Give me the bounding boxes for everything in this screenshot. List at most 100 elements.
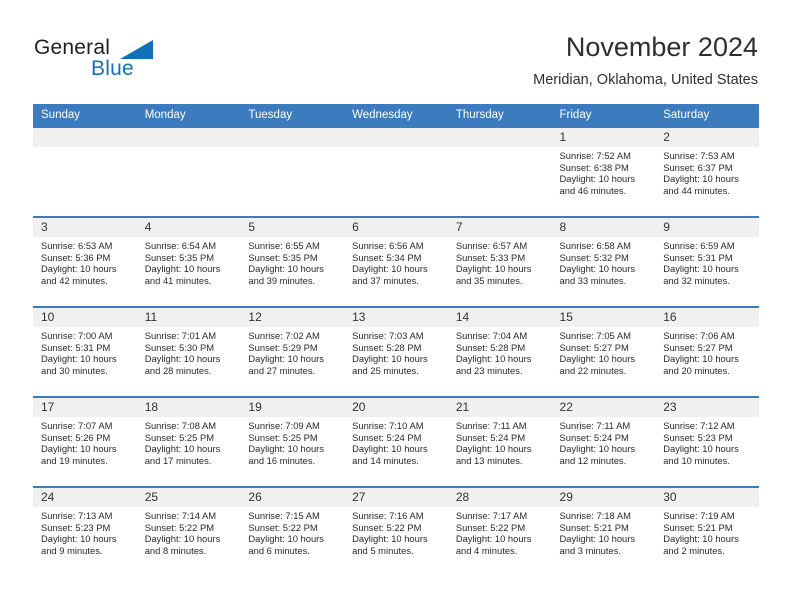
- calendar-day-cell[interactable]: 29 Sunrise: 7:18 AM Sunset: 5:21 PM Dayligh…: [551, 486, 656, 577]
- day-number: 1: [551, 128, 656, 147]
- sunrise-time: Sunrise: 7:16 AM: [352, 510, 424, 521]
- day-details: Sunrise: 7:03 AM Sunset: 5:28 PM Daylight:…: [344, 327, 448, 376]
- sunset-time: Sunset: 5:31 PM: [41, 341, 111, 353]
- day-number: 20: [344, 398, 448, 417]
- calendar-day-cell[interactable]: 26 Sunrise: 7:15 AM Sunset: 5:22 PM Dayligh…: [240, 486, 345, 577]
- day-cell-inner: 13 Sunrise: 7:03 AM Sunset: 5:28 PM Dayligh…: [344, 308, 448, 396]
- calendar-day-cell[interactable]: 22 Sunrise: 7:11 AM Sunset: 5:24 PM Dayligh…: [551, 396, 656, 487]
- sunset-time: Sunset: 5:27 PM: [559, 341, 629, 353]
- calendar-day-cell[interactable]: 14 Sunrise: 7:04 AM Sunset: 5:28 PM Dayligh…: [447, 306, 552, 397]
- sunset-time: Sunset: 6:38 PM: [559, 161, 629, 173]
- calendar-day-cell[interactable]: 2 Sunrise: 7:53 AM Sunset: 6:37 PM Daylight…: [655, 126, 759, 217]
- day-cell-inner: 11 Sunrise: 7:01 AM Sunset: 5:30 PM Dayligh…: [136, 308, 241, 396]
- sunrise-time: Sunrise: 7:19 AM: [663, 510, 735, 521]
- day-number: [136, 128, 241, 147]
- calendar-day-cell[interactable]: 11 Sunrise: 7:01 AM Sunset: 5:30 PM Dayligh…: [136, 306, 241, 397]
- sunset-time: Sunset: 5:28 PM: [455, 341, 526, 353]
- sunrise-time: Sunrise: 7:05 AM: [559, 330, 631, 341]
- calendar-day-cell[interactable]: 6 Sunrise: 6:56 AM Sunset: 5:34 PM Daylight…: [344, 216, 448, 307]
- daylight-duration-line2: and 10 minutes.: [663, 454, 730, 466]
- calendar-day-cell[interactable]: 24 Sunrise: 7:13 AM Sunset: 5:23 PM Dayligh…: [33, 486, 137, 577]
- day-details: Sunrise: 7:08 AM Sunset: 5:25 PM Daylight:…: [137, 417, 241, 466]
- calendar-day-cell[interactable]: 3 Sunrise: 6:53 AM Sunset: 5:36 PM Daylight…: [33, 216, 137, 307]
- calendar-day-cell[interactable]: 27 Sunrise: 7:16 AM Sunset: 5:22 PM Dayligh…: [344, 486, 448, 577]
- day-cell-inner: 10 Sunrise: 7:00 AM Sunset: 5:31 PM Dayligh…: [33, 308, 137, 396]
- day-details: Sunrise: 6:53 AM Sunset: 5:36 PM Daylight:…: [33, 237, 137, 286]
- calendar-day-cell[interactable]: 25 Sunrise: 7:14 AM Sunset: 5:22 PM Dayligh…: [136, 486, 241, 577]
- sunset-time: Sunset: 5:35 PM: [248, 251, 318, 263]
- daylight-duration-line1: Daylight: 10 hours: [663, 173, 739, 185]
- calendar-day-cell[interactable]: 1 Sunrise: 7:52 AM Sunset: 6:38 PM Daylight…: [551, 126, 656, 217]
- calendar-day-cell[interactable]: 28 Sunrise: 7:17 AM Sunset: 5:22 PM Dayligh…: [447, 486, 552, 577]
- day-number: 29: [551, 488, 656, 507]
- day-details: Sunrise: 7:15 AM Sunset: 5:22 PM Daylight:…: [240, 507, 344, 556]
- sunset-time: Sunset: 5:36 PM: [41, 251, 111, 263]
- calendar-day-cell[interactable]: 4 Sunrise: 6:54 AM Sunset: 5:35 PM Daylight…: [136, 216, 241, 307]
- calendar-day-cell[interactable]: 9 Sunrise: 6:59 AM Sunset: 5:31 PM Daylight…: [655, 216, 759, 307]
- sunset-time: Sunset: 5:29 PM: [248, 341, 318, 353]
- daylight-duration-line2: and 41 minutes.: [144, 274, 212, 286]
- day-number: 19: [240, 398, 345, 417]
- weekday-header-wednesday: Wednesday: [344, 104, 448, 127]
- calendar-day-cell[interactable]: 7 Sunrise: 6:57 AM Sunset: 5:33 PM Daylight…: [447, 216, 552, 307]
- calendar-day-cell[interactable]: 5 Sunrise: 6:55 AM Sunset: 5:35 PM Daylight…: [240, 216, 345, 307]
- sunset-time: Sunset: 5:31 PM: [663, 251, 733, 263]
- calendar-day-cell[interactable]: 21 Sunrise: 7:11 AM Sunset: 5:24 PM Dayligh…: [447, 396, 552, 487]
- sunrise-time: Sunrise: 7:11 AM: [455, 420, 527, 431]
- day-cell-inner: [240, 128, 345, 216]
- day-details: Sunrise: 6:58 AM Sunset: 5:32 PM Daylight:…: [552, 237, 656, 286]
- sunrise-time: Sunrise: 7:04 AM: [455, 330, 528, 341]
- sunset-time: Sunset: 5:25 PM: [144, 431, 215, 443]
- daylight-duration-line2: and 42 minutes.: [41, 274, 108, 286]
- page-title: November 2024: [565, 32, 758, 62]
- daylight-duration-line2: and 27 minutes.: [248, 364, 316, 376]
- calendar-day-cell: [33, 126, 137, 217]
- calendar-day-cell[interactable]: 13 Sunrise: 7:03 AM Sunset: 5:28 PM Dayligh…: [344, 306, 448, 397]
- daylight-duration-line1: Daylight: 10 hours: [248, 353, 324, 365]
- day-cell-inner: 22 Sunrise: 7:11 AM Sunset: 5:24 PM Dayligh…: [551, 398, 656, 486]
- sunset-time: Sunset: 5:26 PM: [41, 431, 111, 443]
- daylight-duration-line1: Daylight: 10 hours: [248, 443, 324, 455]
- calendar-day-cell[interactable]: 19 Sunrise: 7:09 AM Sunset: 5:25 PM Dayligh…: [240, 396, 345, 487]
- day-number: 2: [655, 128, 759, 147]
- calendar-day-cell[interactable]: 30 Sunrise: 7:19 AM Sunset: 5:21 PM Dayligh…: [655, 486, 759, 577]
- calendar-day-cell[interactable]: 12 Sunrise: 7:02 AM Sunset: 5:29 PM Dayligh…: [240, 306, 345, 397]
- day-number: 22: [551, 398, 656, 417]
- day-number: [344, 128, 448, 147]
- daylight-duration-line2: and 28 minutes.: [144, 364, 212, 376]
- sunrise-time: Sunrise: 7:12 AM: [663, 420, 735, 431]
- sunrise-time: Sunrise: 6:55 AM: [248, 240, 320, 251]
- calendar-day-cell[interactable]: 23 Sunrise: 7:12 AM Sunset: 5:23 PM Dayligh…: [655, 396, 759, 487]
- day-cell-inner: 24 Sunrise: 7:13 AM Sunset: 5:23 PM Dayligh…: [33, 488, 137, 576]
- daylight-duration-line2: and 32 minutes.: [663, 274, 730, 286]
- calendar-week-row: 17 Sunrise: 7:07 AM Sunset: 5:26 PM Dayligh…: [33, 396, 759, 487]
- day-cell-inner: 7 Sunrise: 6:57 AM Sunset: 5:33 PM Daylight…: [447, 218, 552, 306]
- daylight-duration-line2: and 12 minutes.: [559, 454, 627, 466]
- day-number: 25: [136, 488, 241, 507]
- daylight-duration-line1: Daylight: 10 hours: [455, 353, 532, 365]
- calendar-day-cell: [344, 126, 448, 217]
- day-details: Sunrise: 7:12 AM Sunset: 5:23 PM Daylight:…: [655, 417, 759, 466]
- calendar-day-cell[interactable]: 10 Sunrise: 7:00 AM Sunset: 5:31 PM Dayligh…: [33, 306, 137, 397]
- calendar-day-cell[interactable]: 20 Sunrise: 7:10 AM Sunset: 5:24 PM Dayligh…: [344, 396, 448, 487]
- daylight-duration-line1: Daylight: 10 hours: [455, 533, 532, 545]
- calendar-day-cell[interactable]: 17 Sunrise: 7:07 AM Sunset: 5:26 PM Dayligh…: [33, 396, 137, 487]
- calendar-day-cell[interactable]: 8 Sunrise: 6:58 AM Sunset: 5:32 PM Daylight…: [551, 216, 656, 307]
- calendar-day-cell[interactable]: 15 Sunrise: 7:05 AM Sunset: 5:27 PM Dayligh…: [551, 306, 656, 397]
- day-number: 21: [447, 398, 552, 417]
- day-cell-inner: 5 Sunrise: 6:55 AM Sunset: 5:35 PM Daylight…: [240, 218, 345, 306]
- general-blue-logo[interactable]: General Blue: [34, 36, 214, 84]
- sunset-time: Sunset: 5:27 PM: [663, 341, 733, 353]
- calendar-table: Sunday Monday Tuesday Wednesday Thursday…: [33, 104, 759, 577]
- day-cell-inner: 20 Sunrise: 7:10 AM Sunset: 5:24 PM Dayligh…: [344, 398, 448, 486]
- daylight-duration-line1: Daylight: 10 hours: [663, 263, 739, 275]
- day-details: Sunrise: 7:01 AM Sunset: 5:30 PM Daylight:…: [137, 327, 241, 376]
- day-cell-inner: 4 Sunrise: 6:54 AM Sunset: 5:35 PM Daylight…: [136, 218, 241, 306]
- sunset-time: Sunset: 5:23 PM: [663, 431, 733, 443]
- calendar-day-cell[interactable]: 18 Sunrise: 7:08 AM Sunset: 5:25 PM Dayligh…: [136, 396, 241, 487]
- calendar-day-cell[interactable]: 16 Sunrise: 7:06 AM Sunset: 5:27 PM Dayligh…: [655, 306, 759, 397]
- calendar-day-cell: [240, 126, 345, 217]
- sunrise-time: Sunrise: 7:06 AM: [663, 330, 735, 341]
- daylight-duration-line2: and 6 minutes.: [248, 544, 310, 556]
- daylight-duration-line1: Daylight: 10 hours: [663, 443, 739, 455]
